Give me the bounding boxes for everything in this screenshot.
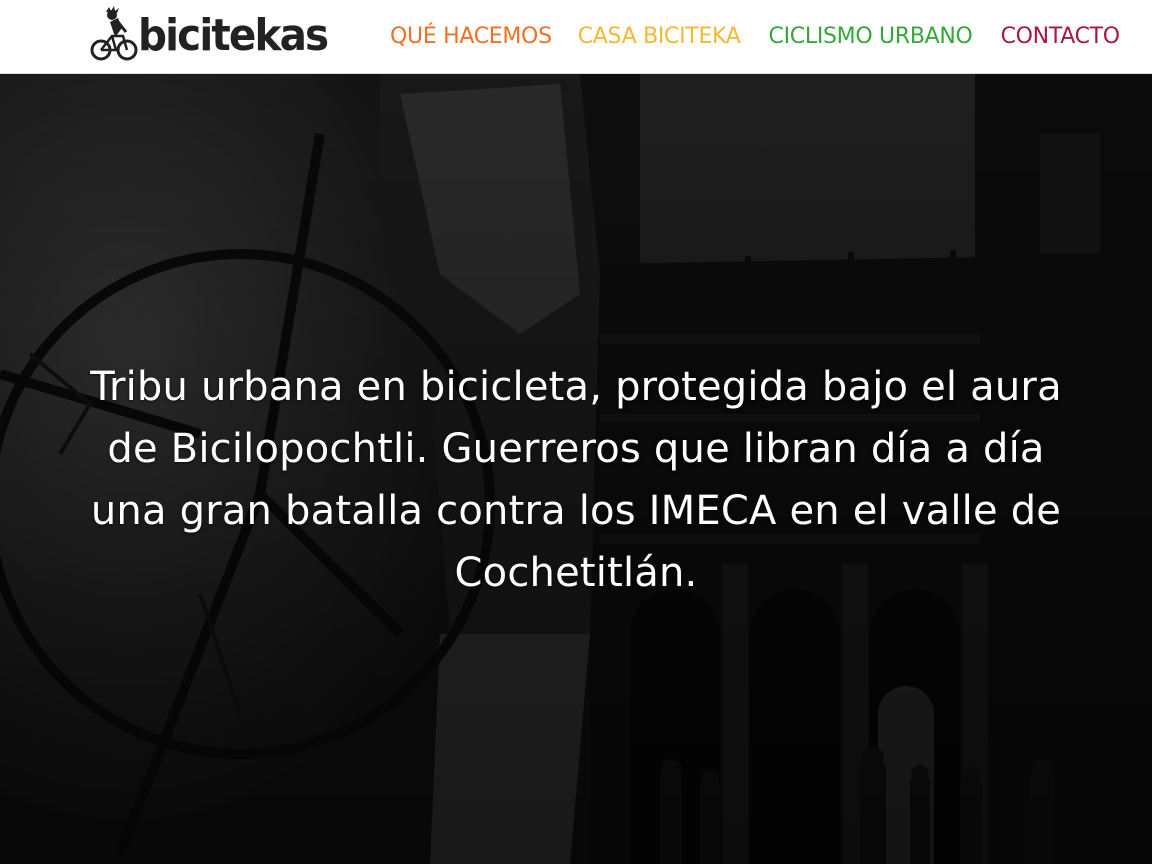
nav-item-contacto[interactable]: CONTACTO	[1001, 22, 1121, 52]
logo[interactable]: bicitekas	[90, 4, 344, 68]
nav-item-casa-biciteka[interactable]: CASA BICITEKA	[578, 22, 741, 52]
cyclist-icon	[90, 6, 138, 61]
nav-item-que-hacemos[interactable]: QUÉ HACEMOS	[390, 22, 552, 52]
nav-item-ciclismo-urbano[interactable]: CICLISMO URBANO	[769, 22, 973, 52]
main-nav: QUÉ HACEMOS CASA BICITEKA CICLISMO URBAN…	[390, 22, 1120, 52]
logo-text: bicitekas	[138, 10, 329, 61]
site-header: bicitekas QUÉ HACEMOS CASA BICITEKA CICL…	[0, 0, 1152, 74]
hero-banner: Tribu urbana en bicicleta, protegida baj…	[0, 74, 1152, 864]
hero-tagline: Tribu urbana en bicicleta, protegida baj…	[90, 364, 1062, 596]
